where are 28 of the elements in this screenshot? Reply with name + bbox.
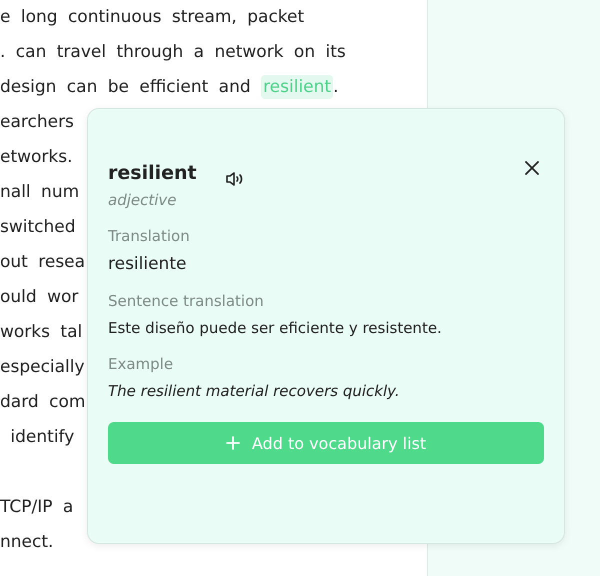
word-title: resilient	[108, 162, 197, 184]
article-text-line: switched	[0, 217, 76, 237]
article-text-line: earchers	[0, 112, 74, 132]
article-text-line: dard com	[0, 392, 86, 412]
section-label: Example	[108, 355, 174, 373]
article-text-line: e long continuous stream, packet	[0, 7, 304, 27]
speaker-icon[interactable]	[224, 171, 245, 187]
article-text-line: especially	[0, 357, 85, 377]
article-text-line: . can travel through a network on its	[0, 42, 346, 62]
plus-icon	[226, 436, 240, 450]
section-text: Este diseño puede ser eficiente y resistente.	[108, 319, 443, 337]
close-icon[interactable]	[525, 161, 539, 175]
section-label: Translation	[108, 227, 191, 245]
add-vocabulary-button[interactable]: Add to vocabulary list	[108, 422, 544, 464]
section-text: resiliente	[108, 254, 188, 274]
article-text-line: works tal	[0, 322, 82, 342]
article-text-line: etworks.	[0, 147, 73, 167]
article-text-line: ould wor	[0, 287, 78, 307]
article-text-line: nall num	[0, 182, 80, 202]
article-text-line: identify	[9, 427, 74, 447]
section-text: The resilient material recovers quickly.	[108, 382, 401, 400]
highlighted-word[interactable]: resilient	[261, 75, 334, 99]
section-label: Sentence translation	[108, 292, 265, 310]
part-of-speech: adjective	[108, 191, 178, 209]
article-text-line: TCP/IP a	[0, 497, 74, 517]
article-text-line: out resea	[0, 252, 86, 272]
article-text-line: design can be efficient and resilient.	[0, 75, 338, 99]
article-text-line: nnect.	[0, 532, 54, 552]
